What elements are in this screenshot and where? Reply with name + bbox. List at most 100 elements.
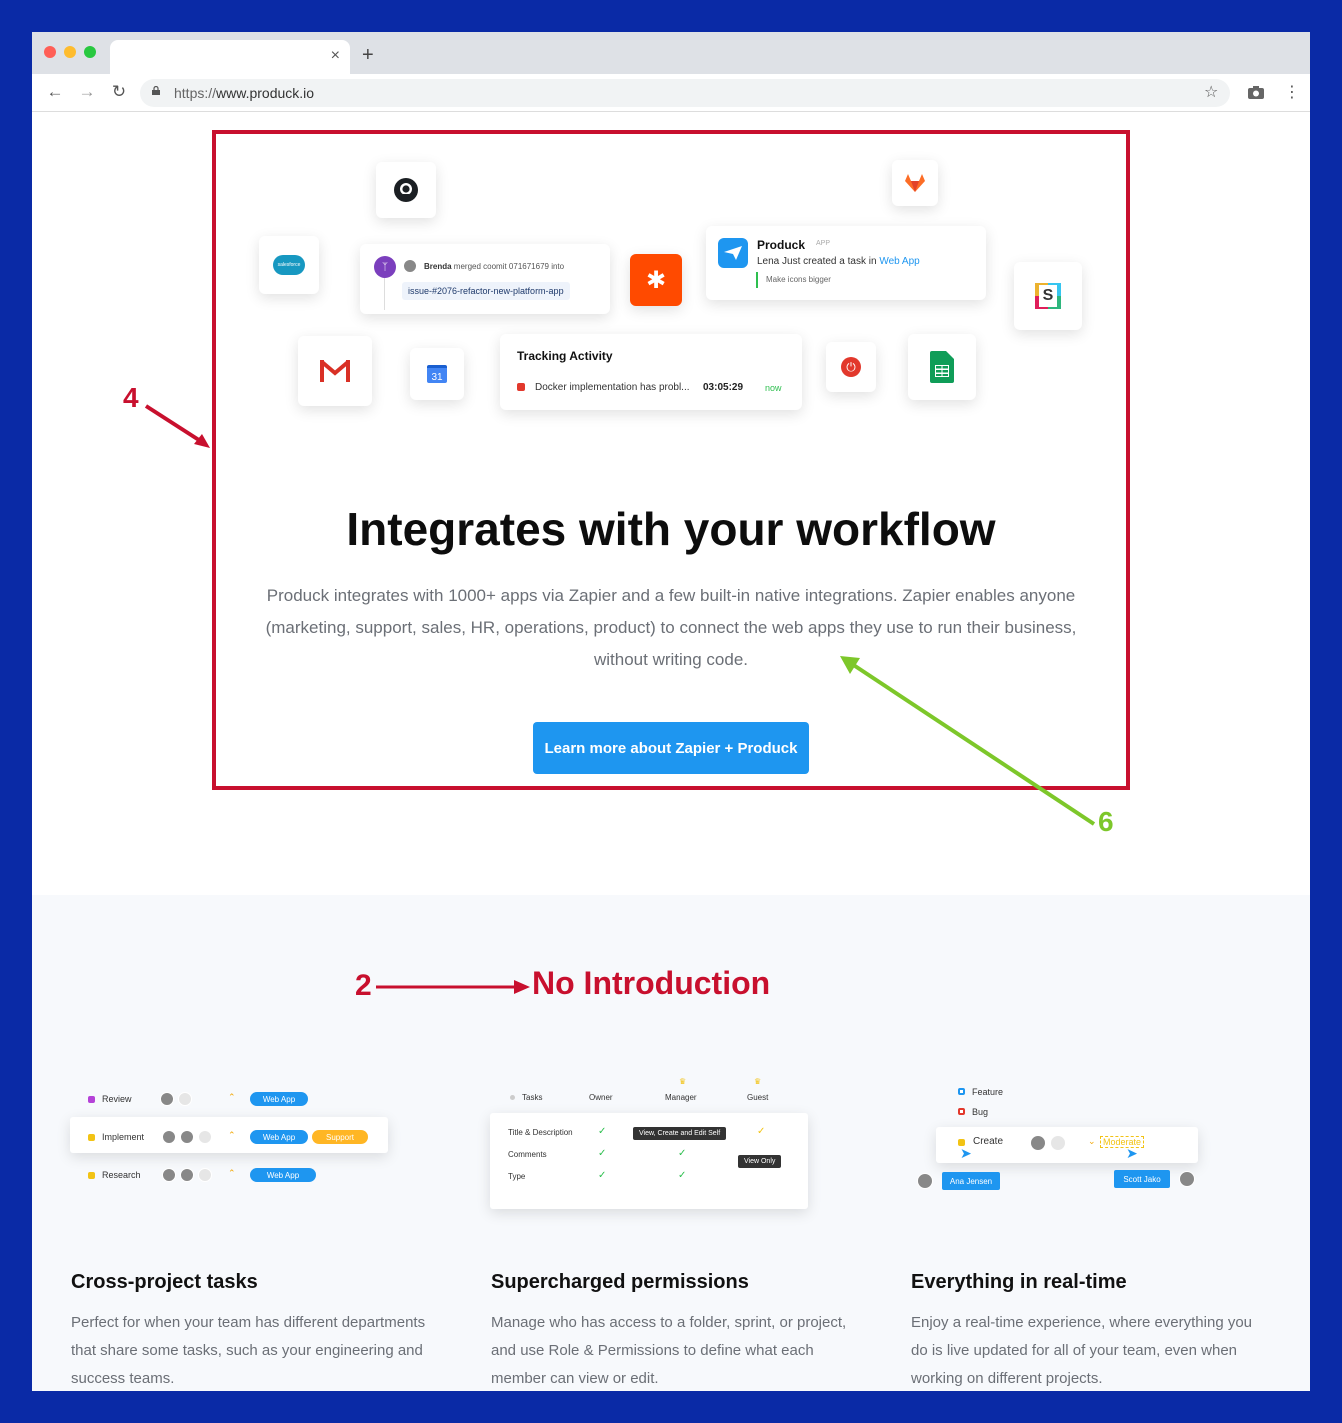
cursor-icon: ➤ xyxy=(960,1145,972,1161)
minimize-window-dot[interactable] xyxy=(64,46,76,58)
calendar-icon: 31 xyxy=(427,365,447,383)
column-header: Manager xyxy=(665,1093,697,1102)
learn-more-zapier-button[interactable]: Learn more about Zapier + Produck xyxy=(533,722,809,774)
feature-title-permissions: Supercharged permissions xyxy=(491,1271,749,1293)
notification-title: Produck xyxy=(757,238,806,252)
feature-title-cross-project: Cross-project tasks xyxy=(71,1271,258,1293)
zapier-card: ✱ xyxy=(630,254,682,306)
type-create: Create xyxy=(973,1136,1004,1147)
check-icon: ✓ xyxy=(598,1126,607,1137)
tooltip-view-only: View Only xyxy=(738,1155,782,1168)
power-icon: ⏻ xyxy=(841,357,861,377)
tracking-time: 03:05:29 xyxy=(703,382,744,393)
tracking-task: Docker implementation has probl... xyxy=(535,382,690,393)
tooltip-edit: View, Create and Edit Self xyxy=(633,1127,727,1140)
notification-subtext: Make icons bigger xyxy=(766,275,831,284)
type-option: Bug xyxy=(972,1107,989,1117)
github-card xyxy=(376,162,436,218)
check-icon: ✓ xyxy=(678,1170,687,1181)
camera-icon[interactable] xyxy=(1248,86,1264,99)
task-row-label: Review xyxy=(102,1094,132,1104)
feature-desc-cross-project: Perfect for when your team has different… xyxy=(71,1314,426,1387)
user-badge-scott: Scott Jako xyxy=(1114,1170,1170,1188)
check-icon: ✓ xyxy=(598,1170,607,1181)
tracking-activity-card: Tracking Activity Docker implementation … xyxy=(500,334,802,410)
tag-web-app: Web App xyxy=(250,1092,308,1106)
reload-icon[interactable]: ↻ xyxy=(108,82,130,102)
page-viewport: salesforce ᛉ Brenda merged coomit 071671… xyxy=(32,112,1310,1391)
feature-desc-permissions: Manage who has access to a folder, sprin… xyxy=(491,1314,847,1387)
produck-plane-icon xyxy=(718,238,748,268)
priority-up-icon: ⌃ xyxy=(228,1092,236,1102)
maximize-window-dot[interactable] xyxy=(84,46,96,58)
type-option: Feature xyxy=(972,1087,1004,1097)
column-header: Owner xyxy=(589,1093,613,1102)
tag-web-app: Web App xyxy=(250,1130,308,1144)
crown-icon: ♛ xyxy=(679,1077,687,1086)
task-row-label: Research xyxy=(102,1170,141,1180)
tracking-title: Tracking Activity xyxy=(517,349,613,363)
section-headline: Integrates with your workflow xyxy=(346,503,996,555)
browser-tab[interactable]: × xyxy=(110,40,350,74)
crown-icon: ♛ xyxy=(754,1077,762,1086)
avatar xyxy=(403,259,417,273)
tracking-status: now xyxy=(765,383,782,393)
permission-row: Comments xyxy=(508,1150,547,1159)
back-arrow-icon[interactable]: ← xyxy=(44,82,66,102)
zapier-asterisk-icon: ✱ xyxy=(645,266,667,294)
url-field[interactable]: https://www.produck.io xyxy=(140,79,1230,107)
merge-user-name: Brenda xyxy=(424,262,452,271)
task-row-label: Implement xyxy=(102,1132,145,1142)
tag-web-app: Web App xyxy=(250,1168,316,1182)
tag-support: Support xyxy=(312,1130,368,1144)
power-app-card: ⏻ xyxy=(826,342,876,392)
salesforce-icon: salesforce xyxy=(273,255,305,275)
tab-close-icon[interactable]: × xyxy=(331,47,340,65)
annotation-arrow-red-2 xyxy=(376,980,530,994)
merge-action-text: merged coomit 071671679 into xyxy=(453,262,565,271)
calendar-card: 31 xyxy=(410,348,464,400)
salesforce-card: salesforce xyxy=(259,236,319,294)
lock-icon xyxy=(152,86,160,95)
cursor-icon: ➤ xyxy=(1126,1145,1138,1161)
forward-arrow-icon[interactable]: → xyxy=(76,82,98,102)
task-flag-icon xyxy=(517,383,525,391)
produck-notification-card: Produck APP Lena Just created a task in … xyxy=(706,226,986,300)
google-sheets-card xyxy=(908,334,976,400)
permission-row: Title & Description xyxy=(508,1128,573,1137)
annotation-number-6: 6 xyxy=(1098,806,1114,837)
merge-icon: ᛉ xyxy=(374,256,396,278)
annotation-no-introduction: No Introduction xyxy=(532,965,771,1001)
browser-window: × + ← → ↻ https://www.produck.io ☆ ⋮ sal… xyxy=(32,32,1310,1391)
app-badge: APP xyxy=(816,240,831,247)
permission-row: Type xyxy=(508,1172,526,1181)
annotation-arrow-green xyxy=(840,656,1096,826)
url-text: https://www.produck.io xyxy=(174,85,315,101)
menu-kebab-icon[interactable]: ⋮ xyxy=(1284,82,1300,102)
feature-desc-realtime: Enjoy a real-time experience, where ever… xyxy=(911,1314,1253,1387)
annotation-arrow-red xyxy=(144,404,210,448)
check-icon: ✓ xyxy=(757,1126,766,1137)
gitlab-card xyxy=(892,160,938,206)
slack-card: S xyxy=(1014,262,1082,330)
bookmark-star-icon[interactable]: ☆ xyxy=(1204,82,1218,102)
branch-badge: issue-#2076-refactor-new-platform-app xyxy=(402,282,570,300)
column-header: Guest xyxy=(747,1093,769,1102)
slack-icon: S xyxy=(1035,283,1061,309)
gmail-card xyxy=(298,336,372,406)
check-icon: ✓ xyxy=(678,1148,687,1159)
github-icon xyxy=(394,178,418,202)
new-tab-button[interactable]: + xyxy=(362,44,374,67)
google-sheets-icon xyxy=(930,351,954,383)
check-icon: ✓ xyxy=(598,1148,607,1159)
annotation-number-4: 4 xyxy=(123,382,139,413)
close-window-dot[interactable] xyxy=(44,46,56,58)
gitlab-icon xyxy=(905,174,925,192)
feature-title-realtime: Everything in real-time xyxy=(911,1271,1127,1293)
user-badge-ana: Ana Jensen xyxy=(942,1172,1000,1190)
tab-bar: × + xyxy=(32,32,1310,74)
merge-activity-card: ᛉ Brenda merged coomit 071671679 into is… xyxy=(360,244,610,314)
features-section: 2 No Introduction Review ⌃ Web App Imple… xyxy=(32,895,1310,1391)
web-app-link[interactable]: Web App xyxy=(879,256,919,267)
address-bar: ← → ↻ https://www.produck.io ☆ ⋮ xyxy=(32,74,1310,112)
